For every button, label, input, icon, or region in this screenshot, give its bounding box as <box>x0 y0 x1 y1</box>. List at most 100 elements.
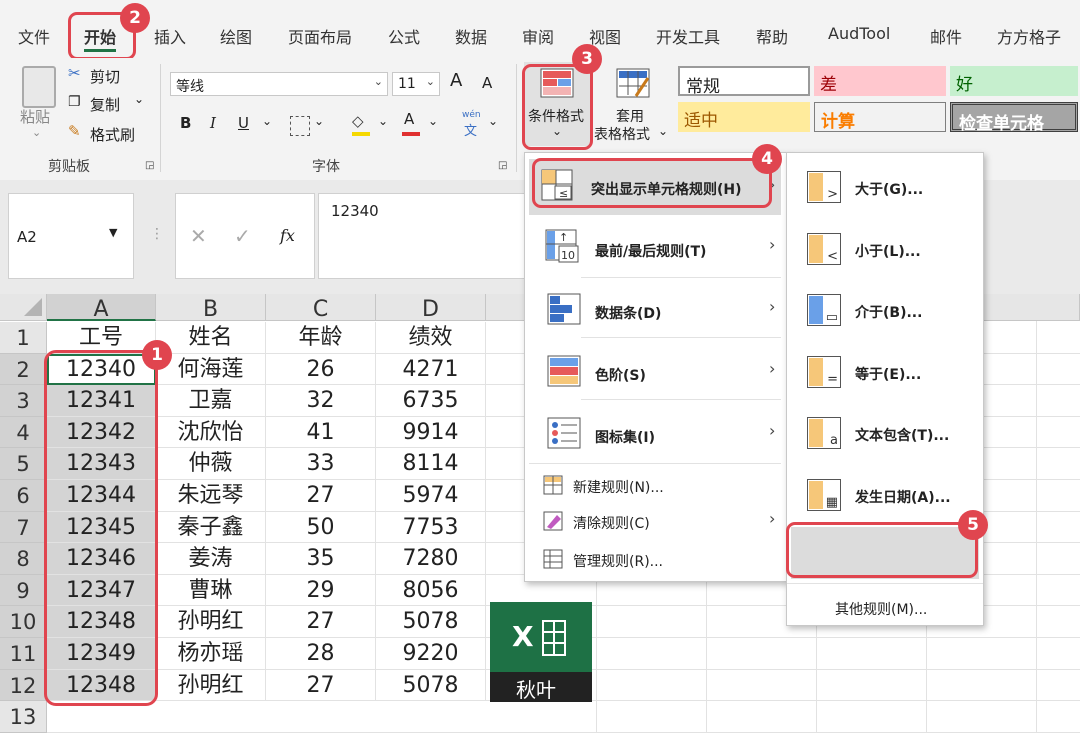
tab-fangfang[interactable]: 方方格子 <box>997 24 1061 48</box>
row-header[interactable]: 10 <box>0 606 47 638</box>
row-header[interactable]: 3 <box>0 385 47 417</box>
copy-button[interactable]: 复制 <box>90 94 120 115</box>
paste-label[interactable]: 粘贴 <box>20 106 50 127</box>
font-launcher-icon[interactable]: ◲ <box>498 160 507 171</box>
style-normal[interactable]: 常规 <box>678 66 810 97</box>
clipboard-launcher-icon[interactable]: ◲ <box>145 160 154 171</box>
tab-audtool[interactable]: AudTool <box>828 24 890 43</box>
style-good[interactable]: 好 <box>950 66 1078 96</box>
fill-dropdown-icon[interactable]: ⌄ <box>378 114 388 128</box>
header-cell[interactable]: 绩效 <box>376 322 486 354</box>
cell-age[interactable]: 28 <box>266 638 376 670</box>
check-icon[interactable]: ✓ <box>234 224 251 248</box>
cell-name[interactable]: 秦子鑫 <box>156 511 266 544</box>
cell-age[interactable]: 50 <box>266 511 376 544</box>
tab-data[interactable]: 数据 <box>455 24 487 48</box>
menu-label-greater-than[interactable]: 大于(G)... <box>855 179 923 199</box>
row-header[interactable]: 9 <box>0 574 47 607</box>
select-all-button[interactable] <box>0 294 47 321</box>
column-header-b[interactable]: B <box>156 294 266 322</box>
name-box[interactable]: A2 ▼ <box>8 193 134 279</box>
menu-label-clear-rules[interactable]: 清除规则(C) <box>573 513 650 533</box>
copy-dropdown-icon[interactable]: ⌄ <box>134 92 144 106</box>
menu-label-manage-rules[interactable]: 管理规则(R)... <box>573 551 663 571</box>
tab-review[interactable]: 审阅 <box>522 24 554 48</box>
column-header-d[interactable]: D <box>376 294 486 322</box>
tab-help[interactable]: 帮助 <box>756 24 788 48</box>
underline-dropdown-icon[interactable]: ⌄ <box>262 114 272 128</box>
tab-file[interactable]: 文件 <box>18 24 50 48</box>
pinyin-dropdown-icon[interactable]: ⌄ <box>488 114 498 128</box>
font-color-button[interactable]: A <box>404 110 414 128</box>
row-header[interactable]: 12 <box>0 669 47 702</box>
row-header[interactable]: 4 <box>0 416 47 449</box>
row-header[interactable]: 2 <box>0 353 47 386</box>
menu-label-color-scales[interactable]: 色阶(S) <box>595 365 646 385</box>
row-header[interactable]: 13 <box>0 701 47 733</box>
paste-dropdown-icon[interactable]: ⌄ <box>32 126 41 139</box>
cell-name[interactable]: 朱远琴 <box>156 480 266 512</box>
menu-label-text-contains[interactable]: 文本包含(T)... <box>855 425 949 445</box>
underline-button[interactable]: U <box>238 114 249 132</box>
cell-performance[interactable]: 8056 <box>376 574 486 607</box>
style-check-cell[interactable]: 检查单元格 <box>950 102 1078 134</box>
row-header[interactable]: 11 <box>0 638 47 670</box>
cell-performance[interactable]: 6735 <box>376 385 486 417</box>
font-color-dropdown-icon[interactable]: ⌄ <box>428 114 438 128</box>
cell-performance[interactable]: 7753 <box>376 511 486 544</box>
cell-performance[interactable]: 5078 <box>376 606 486 638</box>
style-neutral[interactable]: 适中 <box>678 102 810 132</box>
cell-name[interactable]: 仲薇 <box>156 448 266 480</box>
cancel-icon[interactable]: ✕ <box>190 224 207 248</box>
cell-performance[interactable]: 5078 <box>376 669 486 702</box>
cell-performance[interactable]: 9220 <box>376 638 486 670</box>
cell-age[interactable]: 27 <box>266 669 376 702</box>
cut-button[interactable]: 剪切 <box>90 66 120 87</box>
tab-formulas[interactable]: 公式 <box>388 24 420 48</box>
menu-label-icon-sets[interactable]: 图标集(I) <box>595 427 655 447</box>
tab-mail[interactable]: 邮件 <box>930 24 962 48</box>
shrink-font-button[interactable]: A <box>482 74 492 92</box>
formula-input[interactable]: 12340 <box>318 193 528 279</box>
paste-icon[interactable] <box>22 66 56 108</box>
cell-name[interactable]: 曹琳 <box>156 574 266 607</box>
format-painter-button[interactable]: 格式刷 <box>90 124 135 145</box>
style-bad[interactable]: 差 <box>814 66 946 96</box>
menu-label-less-than[interactable]: 小于(L)... <box>855 241 921 261</box>
tab-developer[interactable]: 开发工具 <box>656 24 720 48</box>
cell-performance[interactable]: 8114 <box>376 448 486 480</box>
cell-performance[interactable]: 5974 <box>376 480 486 512</box>
tab-draw[interactable]: 绘图 <box>220 24 252 48</box>
cell-performance[interactable]: 7280 <box>376 543 486 575</box>
style-calculation[interactable]: 计算 <box>814 102 946 132</box>
menu-label-equal-to[interactable]: 等于(E)... <box>855 364 921 384</box>
drag-handle-icon[interactable]: ⋮ <box>150 226 164 242</box>
cell-name[interactable]: 孙明红 <box>156 669 266 702</box>
cell-age[interactable]: 41 <box>266 416 376 449</box>
font-name-select[interactable]: 等线 ⌄ <box>170 72 388 96</box>
cell-name[interactable]: 何海莲 <box>156 353 266 386</box>
cell-age[interactable]: 29 <box>266 574 376 607</box>
italic-button[interactable]: I <box>210 114 216 132</box>
menu-label-date-occurring[interactable]: 发生日期(A)... <box>855 487 951 507</box>
cell-name[interactable]: 姜涛 <box>156 543 266 575</box>
cell-performance[interactable]: 4271 <box>376 353 486 386</box>
cell-performance[interactable]: 9914 <box>376 416 486 449</box>
menu-label-data-bars[interactable]: 数据条(D) <box>595 303 661 323</box>
row-header[interactable]: 8 <box>0 543 47 575</box>
border-dropdown-icon[interactable]: ⌄ <box>314 114 324 128</box>
cell-age[interactable]: 35 <box>266 543 376 575</box>
font-size-select[interactable]: 11 ⌄ <box>392 72 440 96</box>
row-header[interactable]: 5 <box>0 448 47 480</box>
column-header-a[interactable]: A <box>47 294 156 322</box>
cell-age[interactable]: 32 <box>266 385 376 417</box>
menu-label-between[interactable]: 介于(B)... <box>855 302 922 322</box>
border-icon[interactable] <box>290 116 310 136</box>
menu-label-top-bottom[interactable]: 最前/最后规则(T) <box>595 241 706 261</box>
header-cell[interactable]: 姓名 <box>156 322 266 354</box>
cell-name[interactable]: 杨亦瑶 <box>156 638 266 670</box>
format-as-table-button[interactable]: 套用 表格格式 ⌄ <box>594 62 674 146</box>
header-cell[interactable]: 年龄 <box>266 322 376 354</box>
column-header-c[interactable]: C <box>266 294 376 322</box>
row-header[interactable]: 1 <box>0 322 47 354</box>
